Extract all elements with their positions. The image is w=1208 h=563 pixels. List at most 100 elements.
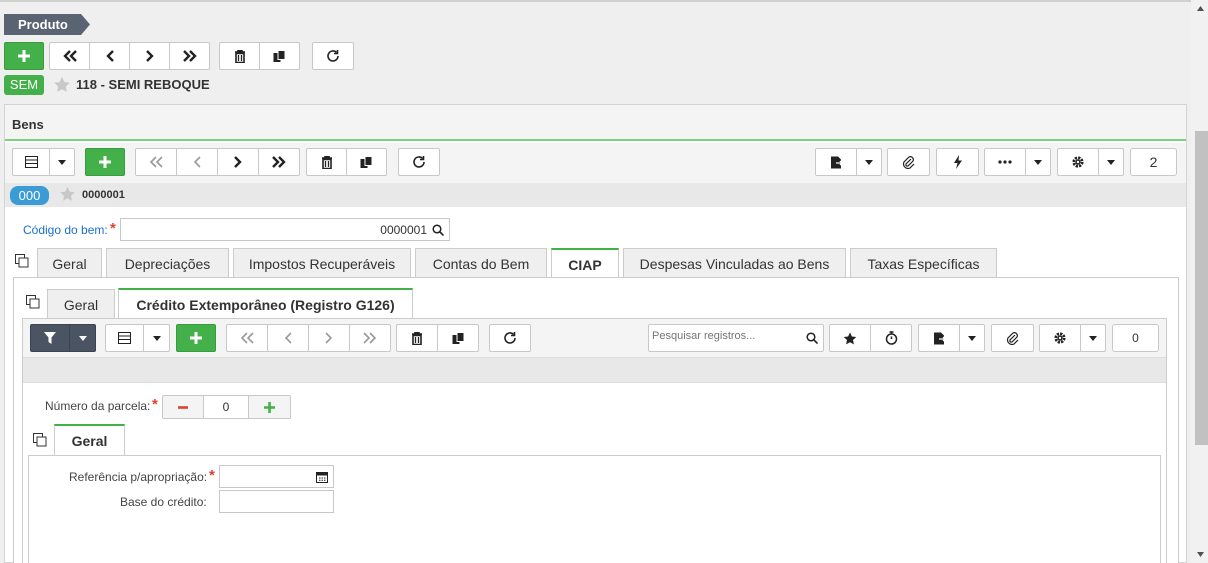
copy-icon [273,49,286,62]
export-button[interactable] [815,148,857,176]
more-button[interactable] [984,148,1026,176]
top-border [0,0,1208,2]
credito-add-button[interactable] [176,324,216,352]
bens-add-button[interactable] [85,148,125,176]
parcela-increment-button[interactable] [248,395,291,419]
caret-down-icon [1089,335,1097,341]
view-dropdown-button[interactable] [49,148,75,176]
action-button[interactable] [936,148,979,176]
search-input[interactable] [652,330,802,342]
tab-geral[interactable]: Geral [37,248,102,278]
export-dropdown-button[interactable] [856,148,882,176]
scrollbar-thumb[interactable] [1195,131,1208,445]
bens-delete-button[interactable] [306,148,347,176]
bens-refresh-button[interactable] [398,148,440,176]
tab-despesas-vinculadas[interactable]: Despesas Vinculadas ao Bens [623,248,846,278]
settings-dropdown-button[interactable] [1098,148,1124,176]
credito-export-button[interactable] [918,324,960,352]
bens-star-icon[interactable] [59,186,76,202]
caret-down-icon [78,335,87,341]
gear-icon [1072,156,1084,168]
tab-impostos-recuperaveis[interactable]: Impostos Recuperáveis [233,248,411,278]
credito-nav-group [226,324,391,352]
credito-first-button[interactable] [226,324,268,352]
settings-button[interactable] [1057,148,1099,176]
more-dropdown-button[interactable] [1025,148,1051,176]
subtab-geral[interactable]: Geral [47,289,115,319]
tab-depreciacoes[interactable]: Depreciações [106,248,229,278]
copy-icon [360,155,373,168]
tab-ciap[interactable]: CIAP [551,248,619,279]
first-record-button[interactable] [49,42,90,70]
scroll-down-arrow-icon[interactable] [1197,552,1204,557]
credito-attachment-button[interactable] [991,324,1034,352]
calendar-icon[interactable] [316,471,328,483]
tab-taxas-especificas[interactable]: Taxas Específicas [850,248,997,278]
timer-button[interactable] [870,324,912,352]
bens-panel-title: Bens [12,117,44,132]
page-scrollbar[interactable] [1191,0,1208,563]
credito-next-button[interactable] [308,324,350,352]
required-marker: * [209,467,215,484]
caret-down-icon [1034,159,1042,165]
export-icon [830,156,843,168]
settings-group [1057,148,1124,176]
tab-contas-do-bem[interactable]: Contas do Bem [415,248,547,278]
next-record-button[interactable] [129,42,170,70]
filter-button[interactable] [30,324,70,352]
base-credito-input[interactable] [219,490,334,513]
credito-previous-button[interactable] [267,324,309,352]
double-chevron-right-icon [363,332,377,344]
search-field[interactable] [648,324,824,352]
paperclip-icon [1006,331,1019,345]
codigo-field[interactable]: 0000001 [120,218,450,241]
double-chevron-right-icon [272,156,286,168]
star-icon[interactable] [53,76,71,93]
credito-delete-button[interactable] [396,324,438,352]
credito-export-dropdown-button[interactable] [959,324,985,352]
credito-last-button[interactable] [349,324,391,352]
credito-copy-button[interactable] [437,324,479,352]
ciap-duplicate-icon[interactable] [26,295,40,309]
attachment-button[interactable] [887,148,930,176]
refresh-button[interactable] [312,42,354,70]
plus-icon [264,401,275,413]
filter-dropdown-button[interactable] [69,324,96,352]
double-chevron-left-icon [62,50,77,62]
inner-tab-geral[interactable]: Geral [54,424,125,456]
credito-settings-button[interactable] [1039,324,1081,352]
search-icon[interactable] [806,332,818,344]
bens-first-button[interactable] [135,148,177,176]
codigo-value: 0000001 [380,223,427,237]
previous-record-button[interactable] [89,42,130,70]
copy-button[interactable] [259,42,300,70]
delete-button[interactable] [219,42,260,70]
duplicate-icon[interactable] [15,254,29,268]
parcela-input[interactable]: 0 [203,395,249,419]
parcela-decrement-button[interactable] [162,395,204,419]
scroll-up-arrow-icon[interactable] [1197,6,1204,11]
star-icon [843,332,857,344]
subtab-credito-extemporaneo[interactable]: Crédito Extemporâneo (Registro G126) [118,288,413,319]
credito-view-dropdown-button[interactable] [143,324,170,352]
grid-view-button[interactable] [12,148,50,176]
search-icon[interactable] [432,224,444,236]
bens-copy-button[interactable] [346,148,387,176]
bens-next-button[interactable] [217,148,259,176]
caret-down-icon [865,159,873,165]
inner-duplicate-icon[interactable] [33,433,47,447]
table-icon [24,156,38,168]
favorite-button[interactable] [829,324,871,352]
credito-grid-view-button[interactable] [105,324,144,352]
bens-previous-button[interactable] [176,148,218,176]
credito-refresh-button[interactable] [489,324,531,352]
credito-settings-dropdown-button[interactable] [1080,324,1106,352]
favorite-group [829,324,912,352]
bens-last-button[interactable] [258,148,300,176]
breadcrumb[interactable]: Produto [4,14,90,35]
chevron-right-icon [234,156,242,168]
referencia-date-input[interactable] [219,465,334,488]
add-button[interactable] [4,42,44,70]
last-record-button[interactable] [169,42,210,70]
caret-down-icon [152,335,161,341]
